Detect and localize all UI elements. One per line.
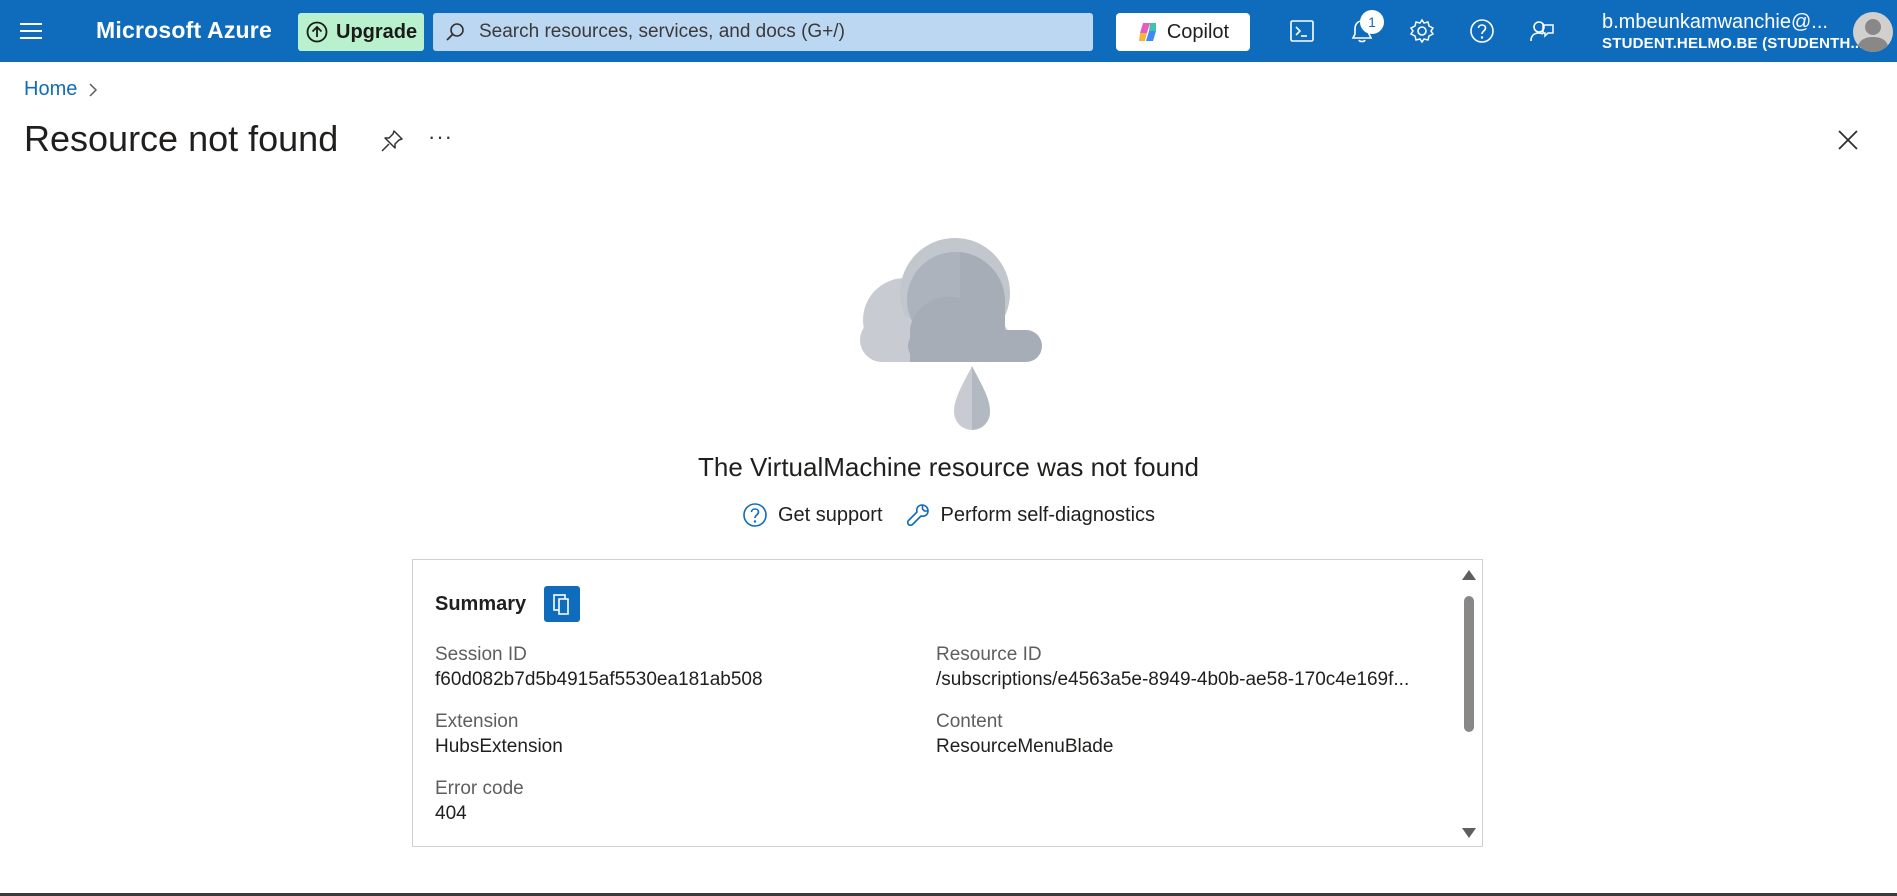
summary-panel: Summary Session ID f60d082b7d5b4915af553… bbox=[412, 559, 1483, 847]
help-circle-icon bbox=[743, 503, 767, 527]
content-label: Content bbox=[936, 711, 1003, 732]
copilot-label: Copilot bbox=[1166, 20, 1230, 43]
get-support-link[interactable]: Get support bbox=[742, 502, 883, 528]
brand-title[interactable]: Microsoft Azure bbox=[96, 17, 272, 44]
not-found-message: The VirtualMachine resource was not foun… bbox=[697, 452, 1200, 482]
chevron-right-icon bbox=[89, 82, 98, 97]
copy-icon bbox=[553, 594, 569, 615]
close-icon[interactable] bbox=[1834, 126, 1862, 154]
scroll-down-arrow-icon[interactable] bbox=[1462, 828, 1476, 838]
avatar[interactable] bbox=[1853, 12, 1893, 52]
summary-scrollbar[interactable] bbox=[1462, 570, 1476, 838]
top-bar: Microsoft Azure Upgrade Copilot 1 bbox=[0, 0, 1897, 62]
session-id-label: Session ID bbox=[435, 644, 527, 665]
upgrade-button[interactable]: Upgrade bbox=[298, 13, 424, 51]
self-diagnostics-link[interactable]: Perform self-diagnostics bbox=[905, 502, 1156, 528]
session-id-value: f60d082b7d5b4915af5530ea181ab508 bbox=[435, 669, 763, 690]
user-name: b.mbeunkamwanchie@... bbox=[1602, 11, 1828, 33]
feedback-icon[interactable] bbox=[1528, 17, 1556, 45]
extension-value: HubsExtension bbox=[435, 736, 563, 757]
extension-field: Extension HubsExtension bbox=[435, 710, 895, 760]
breadcrumb: Home bbox=[24, 78, 99, 101]
scroll-thumb[interactable] bbox=[1464, 596, 1474, 732]
session-id-field: Session ID f60d082b7d5b4915af5530ea181ab… bbox=[435, 643, 895, 693]
notification-badge: 1 bbox=[1360, 10, 1384, 34]
extension-label: Extension bbox=[435, 711, 519, 732]
resource-id-value: /subscriptions/e4563a5e-8949-4b0b-ae58-1… bbox=[936, 669, 1410, 690]
content-field: Content ResourceMenuBlade bbox=[936, 710, 1436, 760]
resource-id-label: Resource ID bbox=[936, 644, 1042, 665]
more-options-button[interactable]: ··· bbox=[428, 124, 453, 150]
account-info[interactable]: b.mbeunkamwanchie@... STUDENT.HELMO.BE (… bbox=[1602, 10, 1864, 54]
get-support-label: Get support bbox=[778, 503, 883, 526]
scroll-up-arrow-icon[interactable] bbox=[1462, 570, 1476, 580]
search-input[interactable] bbox=[477, 20, 1081, 44]
error-code-value: 404 bbox=[435, 803, 467, 824]
page-title: Resource not found bbox=[24, 118, 339, 159]
cloud-rain-illustration-icon bbox=[860, 238, 1042, 430]
error-code-label: Error code bbox=[435, 778, 524, 799]
search-icon bbox=[446, 23, 464, 41]
upgrade-icon bbox=[306, 21, 328, 43]
wrench-icon bbox=[906, 504, 929, 527]
copy-summary-button[interactable] bbox=[544, 586, 581, 622]
cloud-shell-icon[interactable] bbox=[1288, 17, 1316, 45]
help-icon[interactable] bbox=[1468, 17, 1496, 45]
copilot-icon bbox=[1138, 23, 1156, 41]
menu-icon[interactable] bbox=[18, 18, 44, 44]
avatar-icon bbox=[1857, 19, 1889, 52]
settings-icon[interactable] bbox=[1408, 17, 1436, 45]
support-links: Get support Perform self-diagnostics bbox=[742, 502, 1155, 528]
self-diagnostics-label: Perform self-diagnostics bbox=[940, 503, 1156, 526]
error-code-field: Error code 404 bbox=[435, 777, 895, 827]
copilot-button[interactable]: Copilot bbox=[1116, 13, 1250, 51]
user-directory: STUDENT.HELMO.BE (STUDENTH... bbox=[1602, 35, 1864, 52]
pin-icon[interactable] bbox=[379, 128, 405, 154]
global-search[interactable] bbox=[433, 13, 1093, 51]
summary-header: Summary bbox=[435, 586, 581, 622]
breadcrumb-home[interactable]: Home bbox=[24, 78, 77, 101]
upgrade-label: Upgrade bbox=[336, 20, 418, 43]
resource-id-field: Resource ID /subscriptions/e4563a5e-8949… bbox=[936, 643, 1436, 693]
summary-title: Summary bbox=[435, 592, 527, 615]
content-value: ResourceMenuBlade bbox=[936, 736, 1114, 757]
